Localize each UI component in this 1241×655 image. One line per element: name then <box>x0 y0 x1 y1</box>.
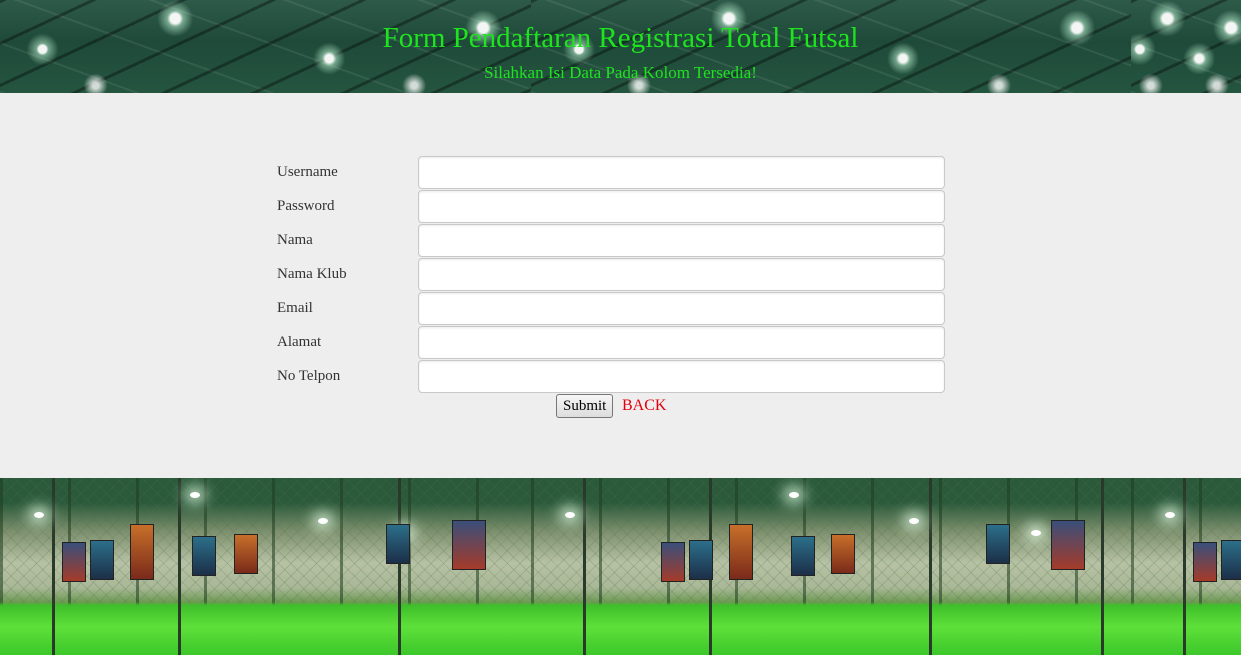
court-background-tile <box>1131 478 1241 655</box>
fence-post <box>583 478 586 655</box>
wall-poster <box>130 524 154 580</box>
ceiling-light-icon <box>1165 512 1175 518</box>
court-background-tile <box>0 478 531 655</box>
wall-poster <box>791 536 815 576</box>
wall-poster <box>831 534 855 574</box>
nama-klub-label: Nama Klub <box>277 266 347 282</box>
fence-post <box>52 478 55 655</box>
password-input[interactable] <box>418 190 945 223</box>
password-label: Password <box>277 198 335 214</box>
wall-poster <box>386 524 410 564</box>
ceiling-light-icon <box>318 518 328 524</box>
ceiling-light-icon <box>565 512 575 518</box>
nama-klub-input[interactable] <box>418 258 945 291</box>
ceiling-light-icon <box>190 492 200 498</box>
fence-post <box>398 478 401 655</box>
footer-background-image <box>0 478 1241 655</box>
ceiling-light-icon <box>909 518 919 524</box>
ceiling-light-icon <box>789 492 799 498</box>
wall-poster <box>1193 542 1217 582</box>
fence-post <box>178 478 181 655</box>
no-telpon-input[interactable] <box>418 360 945 393</box>
page-subtitle: Silahkan Isi Data Pada Kolom Tersedia! <box>484 63 757 82</box>
alamat-label: Alamat <box>277 334 322 350</box>
wall-poster <box>192 536 216 576</box>
email-label: Email <box>277 300 313 316</box>
username-input[interactable] <box>418 156 945 189</box>
ceiling-light-icon <box>1031 530 1041 536</box>
form-row-password: Password <box>277 190 947 224</box>
court-background-tile <box>531 478 1131 655</box>
nama-input[interactable] <box>418 224 945 257</box>
wall-poster <box>1051 520 1085 570</box>
wall-poster <box>452 520 486 570</box>
fence-post <box>929 478 932 655</box>
wall-poster <box>689 540 713 580</box>
back-link[interactable]: BACK <box>622 396 666 416</box>
email-input[interactable] <box>418 292 945 325</box>
wall-poster <box>661 542 685 582</box>
wall-poster <box>986 524 1010 564</box>
form-row-no-telpon: No Telpon <box>277 360 947 394</box>
form-row-nama: Nama <box>277 224 947 258</box>
form-row-nama-klub: Nama Klub <box>277 258 947 292</box>
nama-label: Nama <box>277 232 313 248</box>
username-label: Username <box>277 164 338 180</box>
alamat-input[interactable] <box>418 326 945 359</box>
no-telpon-label: No Telpon <box>277 368 341 384</box>
form-row-alamat: Alamat <box>277 326 947 360</box>
wall-poster <box>1221 540 1241 580</box>
fence-post <box>1101 478 1104 655</box>
wall-poster <box>729 524 753 580</box>
fence-post <box>1183 478 1186 655</box>
ceiling-light-icon <box>34 512 44 518</box>
form-row-email: Email <box>277 292 947 326</box>
form-row-username: Username <box>277 156 947 190</box>
wall-poster <box>62 542 86 582</box>
wall-poster <box>234 534 258 574</box>
page-title: Form Pendaftaran Registrasi Total Futsal <box>382 22 859 54</box>
submit-button[interactable]: Submit <box>556 394 614 418</box>
wall-poster <box>90 540 114 580</box>
